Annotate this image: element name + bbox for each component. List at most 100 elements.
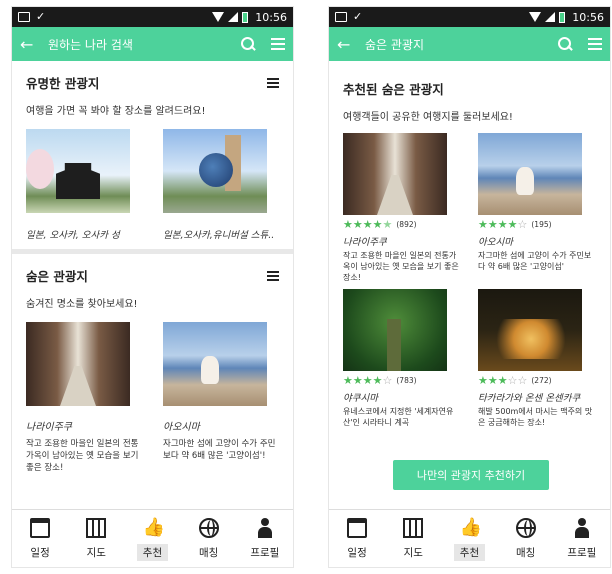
nav-label: 지도 xyxy=(86,547,106,559)
nav-item-profile[interactable]: 프로필 xyxy=(240,518,290,561)
app-bar-title: 숨은 관광지 xyxy=(365,37,425,52)
famous-spots-section: 유명한 관광지 여행을 가면 꼭 봐야 할 장소를 알려드려요! 일본, 오사카… xyxy=(12,61,293,241)
star-icon: ★ xyxy=(352,374,363,387)
star-icon: ★ xyxy=(497,218,508,231)
hidden-spots-section: 숨은 관광지 숨겨진 명소를 찾아보세요! 나라이주쿠 작고 조용한 마을인 일… xyxy=(12,254,293,474)
review-count: (272) xyxy=(531,376,552,385)
nav-label: 일정 xyxy=(347,547,367,559)
nav-label: 매칭 xyxy=(515,547,536,559)
card-title: 아오시마 xyxy=(478,237,513,248)
aoshima-photo xyxy=(478,133,582,215)
card-title: 나라이주쿠 xyxy=(26,422,72,433)
star-icon: ★ xyxy=(372,374,383,387)
person-icon xyxy=(255,518,275,538)
section-menu-icon[interactable] xyxy=(267,77,279,88)
spot-card-yakushima[interactable]: ★ ★ ★ ★ ☆ (783) 야쿠시마 유네스코에서 지정한 '세계자연유산'인 시라타… xyxy=(343,289,461,428)
yakushima-photo xyxy=(343,289,447,371)
card-title: 아오시마 xyxy=(163,422,200,433)
star-icon: ★ xyxy=(362,218,373,231)
nav-label: 추천 xyxy=(453,544,486,561)
wifi-icon xyxy=(529,12,542,22)
thumbs-up-icon: 👍 xyxy=(142,517,165,538)
map-icon xyxy=(403,518,424,538)
rating-stars: ★ ★ ★ ★ ☆ (195) xyxy=(478,219,596,230)
status-time: 10:56 xyxy=(572,10,604,24)
card-description: 유네스코에서 지정한 '세계자연유산'인 시라타니 계곡 xyxy=(343,407,454,427)
card-caption: 일본, 오사카, 오사카 성 xyxy=(26,230,120,241)
star-icon: ★ xyxy=(497,374,508,387)
battery-icon xyxy=(242,11,249,23)
recommend-my-spot-button[interactable]: 나만의 관광지 추천하기 xyxy=(393,460,549,490)
bottom-navigation: 일정 지도 👍 추천 매칭 프로필 xyxy=(329,509,610,567)
universal-studios-photo xyxy=(163,129,267,213)
person-icon xyxy=(572,518,592,538)
signal-icon xyxy=(545,12,556,22)
globe-icon xyxy=(515,518,536,538)
review-count: (892) xyxy=(396,220,417,229)
nav-item-map[interactable]: 지도 xyxy=(71,518,121,561)
aoshima-photo xyxy=(163,322,267,406)
star-icon: ★ xyxy=(487,218,498,231)
recommended-hidden-spots: 추천된 숨은 관광지 여행객들이 공유한 여행지를 둘러보세요! ★ ★ ★ ★ ★ (8… xyxy=(329,61,610,434)
menu-icon[interactable] xyxy=(271,38,285,50)
card-description: 작고 조용한 마을인 일본의 전통가옥이 남아있는 옛 모습을 보기 좋은 장소… xyxy=(343,251,459,282)
star-icon: ☆ xyxy=(507,374,518,387)
star-icon: ☆ xyxy=(517,218,528,231)
takaragawa-onsen-photo xyxy=(478,289,582,371)
nav-item-recommend[interactable]: 👍 추천 xyxy=(444,518,494,561)
star-icon: ★ xyxy=(382,218,393,231)
section-subtitle: 숨겨진 명소를 찾아보세요! xyxy=(26,299,138,310)
review-count: (783) xyxy=(396,376,417,385)
spot-card-takaragawa-onsen[interactable]: ★ ★ ★ ☆ ☆ (272) 타카라가와 온센 온센카쿠 해발 500m에서 마시는 맥… xyxy=(478,289,596,428)
review-count: (195) xyxy=(531,220,552,229)
spot-card-universal-studios[interactable]: 일본,오사카,유니버설 스튜.. xyxy=(163,129,279,241)
calendar-icon xyxy=(30,518,51,538)
spot-card-aoshima[interactable]: ★ ★ ★ ★ ☆ (195) 아오시마 자그마한 섬에 고양이 수가 주민보다 약 6배… xyxy=(478,133,596,283)
card-caption: 일본,오사카,유니버설 스튜.. xyxy=(163,230,275,241)
spot-card-aoshima[interactable]: 아오시마 자그마한 섬에 고양이 수가 주민보다 약 6배 많은 '고양이섬'! xyxy=(163,322,279,474)
card-description: 해발 500m에서 마시는 맥주의 맛은 궁금해하는 장소! xyxy=(478,407,593,427)
card-title: 야쿠시마 xyxy=(343,393,378,404)
nav-item-map[interactable]: 지도 xyxy=(388,518,438,561)
nav-label: 일정 xyxy=(30,547,50,559)
star-icon: ★ xyxy=(343,218,353,231)
nav-item-schedule[interactable]: 일정 xyxy=(332,518,382,561)
spot-card-narai-juku[interactable]: ★ ★ ★ ★ ★ (892) 나라이주쿠 작고 조용한 마을인 일본의 전통가옥이 남아… xyxy=(343,133,461,283)
signal-icon xyxy=(228,12,239,22)
osaka-castle-photo xyxy=(26,129,130,213)
back-arrow-icon[interactable]: ← xyxy=(20,35,40,54)
section-subtitle: 여행을 가면 꼭 봐야 할 장소를 알려드려요! xyxy=(26,106,206,117)
nav-label: 프로필 xyxy=(250,547,280,559)
map-icon xyxy=(86,518,107,538)
status-bar: ✓ 10:56 xyxy=(12,7,293,27)
nav-item-recommend[interactable]: 👍 추천 xyxy=(127,518,177,561)
search-icon[interactable] xyxy=(241,37,255,51)
rating-stars: ★ ★ ★ ★ ★ (892) xyxy=(343,219,461,230)
nav-item-matching[interactable]: 매칭 xyxy=(501,518,551,561)
section-title: 숨은 관광지 xyxy=(26,269,88,284)
status-time: 10:56 xyxy=(255,10,287,24)
section-title: 추천된 숨은 관광지 xyxy=(343,82,444,97)
search-icon[interactable] xyxy=(558,37,572,51)
status-bar: ✓ 10:56 xyxy=(329,7,610,27)
nav-item-profile[interactable]: 프로필 xyxy=(557,518,607,561)
star-icon: ★ xyxy=(372,218,383,231)
spot-card-osaka-castle[interactable]: 일본, 오사카, 오사카 성 xyxy=(26,129,142,241)
app-bar: ← 원하는 나라 검색 xyxy=(12,27,293,61)
nav-label: 추천 xyxy=(136,544,169,561)
globe-icon xyxy=(198,518,219,538)
menu-icon[interactable] xyxy=(588,38,602,50)
search-country-field[interactable]: 원하는 나라 검색 xyxy=(48,36,241,53)
narai-juku-photo xyxy=(343,133,447,215)
star-icon: ★ xyxy=(487,374,498,387)
back-arrow-icon[interactable]: ← xyxy=(337,35,357,54)
check-icon: ✓ xyxy=(36,10,46,23)
nav-item-matching[interactable]: 매칭 xyxy=(184,518,234,561)
nav-item-schedule[interactable]: 일정 xyxy=(15,518,65,561)
section-menu-icon[interactable] xyxy=(267,270,279,281)
rating-stars: ★ ★ ★ ☆ ☆ (272) xyxy=(478,375,596,386)
app-bar: ← 숨은 관광지 xyxy=(329,27,610,61)
section-title: 유명한 관광지 xyxy=(26,76,100,91)
star-icon: ★ xyxy=(362,374,373,387)
spot-card-narai-juku[interactable]: 나라이주쿠 작고 조용한 마을인 일본의 전통가옥이 남아있는 옛 모습을 보기… xyxy=(26,322,142,474)
